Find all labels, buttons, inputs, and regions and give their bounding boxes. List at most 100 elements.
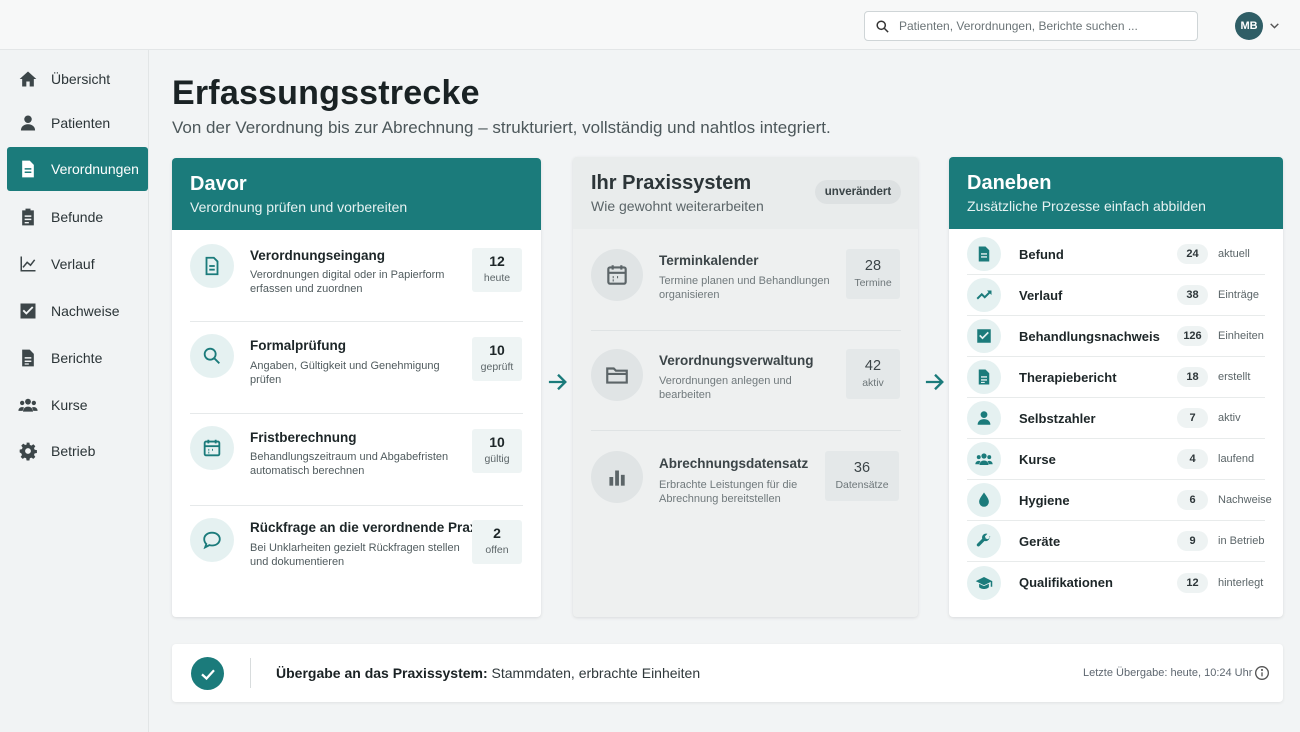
sidebar-item-kurse[interactable]: Kurse	[7, 383, 148, 427]
count-badge: 18	[1177, 367, 1208, 387]
stat-value: 2	[493, 525, 501, 541]
search-icon	[876, 19, 889, 33]
handover-detail: Stammdaten, erbrachte Einheiten	[491, 665, 701, 681]
list-item[interactable]: Formalprüfung Angaben, Gültigkeit und Ge…	[190, 322, 523, 414]
list-item-label: Qualifikationen	[1019, 575, 1113, 590]
count-badge: 24	[1177, 244, 1208, 264]
davor-card: Davor Verordnung prüfen und vorbereiten …	[172, 158, 541, 617]
row-desc: Verordnungen digital oder in Papierform …	[250, 269, 445, 295]
list-item[interactable]: Therapiebericht 18 erstellt	[967, 357, 1265, 398]
info-icon[interactable]	[1254, 665, 1270, 681]
list-item[interactable]: Terminkalender Termine planen und Behand…	[591, 231, 901, 331]
arrow-right-icon	[548, 373, 567, 391]
user-avatar[interactable]: MB	[1235, 12, 1263, 40]
document-icon	[967, 237, 1001, 271]
chevron-down-icon[interactable]	[1268, 19, 1281, 32]
report-icon	[967, 360, 1001, 394]
row-title: Terminkalender	[659, 253, 759, 268]
stat-value: 12	[489, 253, 505, 269]
page-title: Erfassungsstrecke	[172, 74, 480, 112]
handover-text: Übergabe an das Praxissystem: Stammdaten…	[276, 665, 700, 681]
daneben-card: Daneben Zusätzliche Prozesse einfach abb…	[949, 157, 1283, 617]
page-subtitle: Von der Verordnung bis zur Abrechnung – …	[172, 118, 831, 137]
list-item[interactable]: Geräte 9 in Betrieb	[967, 521, 1265, 562]
sidebar-item-nachweise[interactable]: Nachweise	[7, 289, 148, 333]
davor-subtitle: Verordnung prüfen und vorbereiten	[190, 199, 408, 215]
row-desc: Erbrachte Leistungen für die Abrechnung …	[659, 479, 798, 505]
sidebar-item-label: Nachweise	[51, 303, 120, 319]
group-icon	[18, 395, 38, 415]
stat-unit: Datensätze	[835, 479, 889, 491]
sidebar-item-label: Patienten	[51, 115, 111, 131]
folder-icon	[591, 349, 643, 401]
sidebar-item-betrieb[interactable]: Betrieb	[7, 429, 148, 473]
list-item-label: Geräte	[1019, 533, 1061, 549]
list-item[interactable]: Qualifikationen 12 hinterlegt	[967, 562, 1265, 603]
count-unit: in Betrieb	[1218, 535, 1265, 547]
row-title: Fristberechnung	[250, 430, 357, 445]
count-unit: laufend	[1218, 453, 1255, 465]
count-badge: 12	[1177, 572, 1208, 593]
row-desc: Termine planen und Behandlungen organisi…	[659, 275, 830, 301]
search-box[interactable]	[864, 11, 1198, 41]
sidebar-item-verlauf[interactable]: Verlauf	[7, 242, 148, 286]
document-icon	[18, 159, 38, 179]
row-title: Formalprüfung	[250, 338, 346, 353]
stat-value: 36	[853, 460, 871, 476]
daneben-header: Daneben Zusätzliche Prozesse einfach abb…	[949, 157, 1283, 229]
stat-unit: aktiv	[862, 377, 884, 389]
list-item[interactable]: Verlauf 38 Einträge	[967, 275, 1265, 316]
checkbox-icon	[18, 301, 38, 321]
chat-icon	[190, 518, 234, 562]
calendar-icon	[190, 426, 234, 470]
davor-header: Davor Verordnung prüfen und vorbereiten	[172, 158, 541, 230]
sidebar-item-berichte[interactable]: Berichte	[7, 336, 148, 380]
stat-value: 10	[489, 342, 505, 358]
list-item[interactable]: Verordnungseingang Verordnungen digital …	[190, 230, 523, 322]
list-item[interactable]: Hygiene 6 Nachweise	[967, 480, 1272, 521]
davor-title: Davor	[190, 173, 247, 195]
stat-unit: Termine	[854, 277, 892, 289]
count-badge: 38	[1177, 285, 1208, 305]
list-item[interactable]: Behandlungsnachweis 126 Einheiten	[967, 316, 1265, 357]
stat-value: 42	[864, 358, 882, 374]
stat-value: 28	[864, 258, 882, 274]
list-item[interactable]: Rückfrage an die verordnende Praxis Bei …	[190, 506, 523, 598]
count-unit: Einträge	[1218, 289, 1259, 301]
list-item[interactable]: Kurse 4 laufend	[967, 439, 1265, 480]
sidebar-item-patienten[interactable]: Patienten	[7, 101, 148, 145]
sidebar-item-verordnungen[interactable]: Verordnungen	[7, 147, 148, 191]
sidebar-item-uebersicht[interactable]: Übersicht	[7, 57, 148, 101]
status-badge: unverändert	[815, 180, 901, 204]
list-item-label: Verlauf	[1019, 287, 1063, 303]
sidebar-item-label: Kurse	[51, 397, 88, 413]
stat-unit: offen	[485, 544, 509, 556]
sidebar-item-label: Verlauf	[51, 256, 95, 272]
count-unit: hinterlegt	[1218, 576, 1264, 589]
sidebar-item-befunde[interactable]: Befunde	[7, 195, 148, 239]
search-input[interactable]	[899, 19, 1189, 33]
list-item[interactable]: Fristberechnung Behandlungszeitraum und …	[190, 414, 523, 506]
daneben-subtitle: Zusätzliche Prozesse einfach abbilden	[967, 198, 1206, 214]
sidebar-item-label: Übersicht	[51, 71, 111, 87]
trend-icon	[967, 278, 1001, 312]
row-desc: Behandlungszeitraum und Abgabefristen au…	[250, 451, 449, 477]
list-item-label: Kurse	[1019, 451, 1056, 467]
stat-unit: heute	[483, 272, 511, 284]
list-item-label: Selbstzahler	[1019, 410, 1096, 426]
row-title: Verordnungsverwaltung	[659, 353, 814, 368]
list-item[interactable]: Befund 24 aktuell	[967, 234, 1265, 275]
count-unit: erstellt	[1218, 371, 1251, 383]
handover-label: Übergabe an das Praxissystem:	[276, 665, 488, 681]
list-item[interactable]: Abrechnungsdatensatz Erbrachte Leistunge…	[591, 431, 901, 531]
last-handover-timestamp: Letzte Übergabe: heute, 10:24 Uhr	[1083, 667, 1253, 679]
list-item[interactable]: Verordnungsverwaltung Verordnungen anleg…	[591, 331, 901, 431]
document-icon	[190, 244, 234, 288]
count-unit: aktuell	[1218, 248, 1250, 260]
count-unit: Einheiten	[1218, 330, 1264, 342]
list-item[interactable]: Selbstzahler 7 aktiv	[967, 398, 1265, 439]
person-icon	[967, 401, 1001, 435]
top-bar: MB	[0, 0, 1300, 50]
stat-unit: gültig	[484, 453, 510, 465]
bar-chart-icon	[591, 451, 643, 503]
